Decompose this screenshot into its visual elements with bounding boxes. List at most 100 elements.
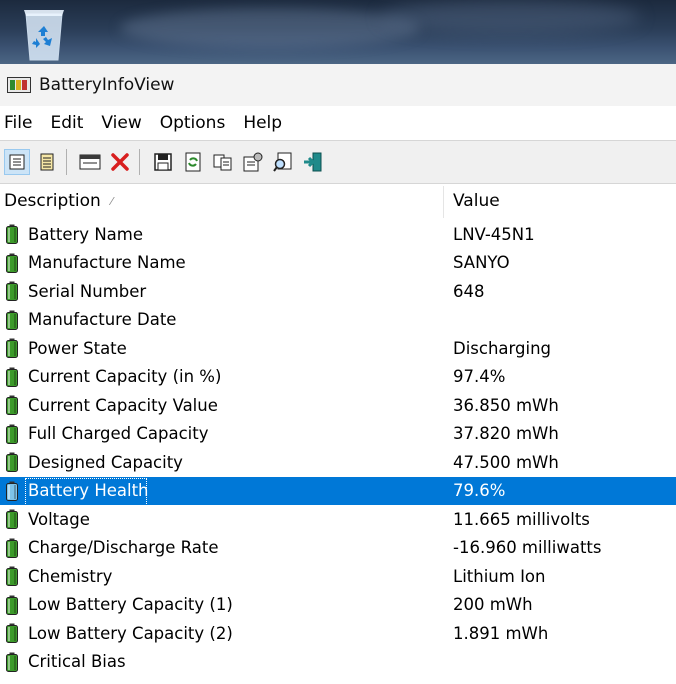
row-description: Manufacture Name: [28, 253, 186, 273]
row-value: 97.4%: [453, 367, 506, 387]
row-description: Full Charged Capacity: [28, 424, 209, 444]
menu-help[interactable]: Help: [239, 113, 286, 133]
save-button[interactable]: [150, 149, 176, 175]
battery-icon: [6, 253, 18, 273]
list-row[interactable]: Full Charged Capacity 37.820 mWh: [0, 420, 676, 449]
save-icon: [154, 153, 172, 171]
row-value: -16.960 milliwatts: [453, 538, 602, 558]
menu-bar: File Edit View Options Help: [0, 107, 676, 139]
column-header-description[interactable]: Description ⁄: [4, 184, 113, 218]
recycle-bin-icon[interactable]: [18, 6, 70, 62]
row-description: Power State: [28, 338, 127, 358]
row-description: Manufacture Date: [28, 310, 177, 330]
property-list: Battery Name LNV-45N1 Manufacture Name SANY…: [0, 220, 676, 676]
list-row[interactable]: Critical Bias: [0, 648, 676, 677]
column-divider[interactable]: [443, 186, 444, 218]
list-row[interactable]: Power State Discharging: [0, 334, 676, 363]
battery-icon: [6, 338, 18, 358]
find-button[interactable]: [270, 149, 296, 175]
row-description: Serial Number: [28, 281, 147, 301]
list-row[interactable]: Low Battery Capacity (2) 1.891 mWh: [0, 619, 676, 648]
window-icon: [79, 154, 101, 170]
row-value: 1.891 mWh: [453, 623, 549, 643]
list-row[interactable]: Low Battery Capacity (1) 200 mWh: [0, 591, 676, 620]
find-icon: [273, 152, 292, 172]
desktop-background: [0, 0, 676, 64]
battery-icon: [6, 652, 18, 672]
list-row[interactable]: Voltage 11.665 millivolts: [0, 505, 676, 534]
row-description: Low Battery Capacity (1): [28, 595, 233, 615]
battery-icon: [6, 310, 18, 330]
list-row[interactable]: Charge/Discharge Rate -16.960 milliwatts: [0, 534, 676, 563]
exit-button[interactable]: [300, 149, 326, 175]
options-button[interactable]: [240, 149, 266, 175]
list-row[interactable]: Manufacture Date: [0, 306, 676, 335]
options-icon: [243, 152, 263, 172]
delete-button[interactable]: [107, 149, 133, 175]
row-description: Battery Health: [28, 481, 149, 501]
menu-file[interactable]: File: [0, 113, 36, 133]
battery-icon: [6, 224, 18, 244]
row-value: Discharging: [453, 338, 552, 358]
row-value: 200 mWh: [453, 595, 533, 615]
row-value: LNV-45N1: [453, 224, 535, 244]
window-button[interactable]: [77, 149, 103, 175]
list-row[interactable]: Chemistry Lithium Ion: [0, 562, 676, 591]
battery-icon: [6, 281, 18, 301]
list-row[interactable]: Current Capacity Value 36.850 mWh: [0, 391, 676, 420]
column-header-value[interactable]: Value: [453, 184, 500, 218]
cloud: [120, 8, 420, 48]
row-value: 47.500 mWh: [453, 452, 559, 472]
menu-view[interactable]: View: [97, 113, 145, 133]
row-description: Critical Bias: [28, 652, 126, 672]
row-description: Current Capacity (in %): [28, 367, 222, 387]
list-row[interactable]: Battery Health 79.6%: [0, 476, 676, 506]
report-button[interactable]: [34, 149, 60, 175]
row-value: 648: [453, 281, 485, 301]
battery-icon: [6, 509, 18, 529]
battery-icon: [6, 623, 18, 643]
window-title: BatteryInfoView: [39, 75, 175, 95]
row-description: Chemistry: [28, 566, 113, 586]
row-description: Designed Capacity: [28, 452, 183, 472]
exit-icon: [304, 152, 322, 172]
row-value: 37.820 mWh: [453, 424, 559, 444]
row-description: Voltage: [28, 509, 90, 529]
copy-button[interactable]: [210, 149, 236, 175]
cloud: [380, 0, 640, 34]
refresh-icon: [185, 152, 201, 172]
battery-icon: [6, 595, 18, 615]
toolbar: [0, 140, 676, 184]
row-value: 79.6%: [453, 481, 506, 501]
properties-button[interactable]: [4, 149, 30, 175]
list-row[interactable]: Battery Name LNV-45N1: [0, 220, 676, 249]
toolbar-separator: [66, 149, 67, 175]
toolbar-separator: [139, 149, 140, 175]
title-bar[interactable]: BatteryInfoView: [0, 64, 676, 106]
properties-icon: [9, 154, 25, 170]
row-description: Current Capacity Value: [28, 395, 218, 415]
row-description: Low Battery Capacity (2): [28, 623, 233, 643]
list-row[interactable]: Current Capacity (in %) 97.4%: [0, 363, 676, 392]
list-row[interactable]: Serial Number 648: [0, 277, 676, 306]
column-header-value-label: Value: [453, 191, 500, 211]
refresh-button[interactable]: [180, 149, 206, 175]
row-value: 11.665 millivolts: [453, 509, 590, 529]
copy-icon: [213, 154, 232, 171]
menu-options[interactable]: Options: [156, 113, 230, 133]
menu-edit[interactable]: Edit: [46, 113, 87, 133]
battery-icon: [6, 566, 18, 586]
list-row[interactable]: Manufacture Name SANYO: [0, 249, 676, 278]
list-row[interactable]: Designed Capacity 47.500 mWh: [0, 448, 676, 477]
battery-icon: [6, 424, 18, 444]
sort-indicator-icon: ⁄: [110, 194, 113, 208]
report-icon: [40, 153, 54, 171]
row-description: Charge/Discharge Rate: [28, 538, 219, 558]
battery-app-icon: [7, 77, 31, 93]
battery-icon: [6, 538, 18, 558]
delete-icon: [111, 153, 129, 171]
row-value: 36.850 mWh: [453, 395, 559, 415]
battery-icon: [6, 452, 18, 472]
battery-icon: [6, 481, 18, 501]
battery-info-window: BatteryInfoView File Edit View Options H…: [0, 64, 676, 684]
